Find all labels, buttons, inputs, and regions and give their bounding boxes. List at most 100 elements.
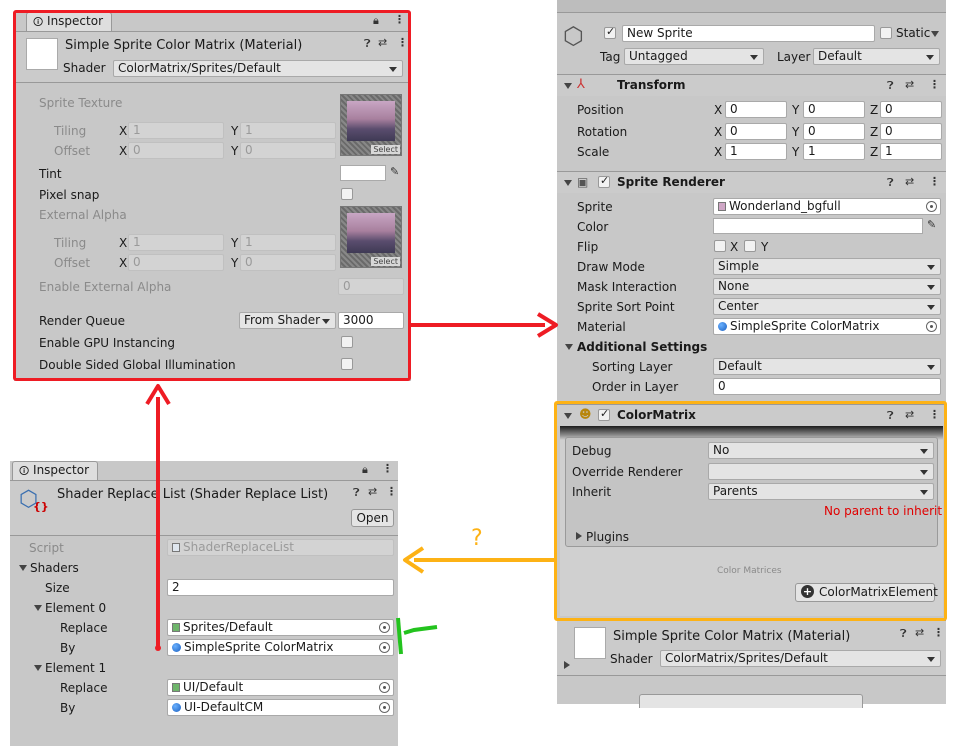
select-button[interactable]: Select xyxy=(371,257,400,266)
colormatrix-enabled-checkbox[interactable] xyxy=(598,407,610,421)
order-in-layer-field[interactable]: 0 xyxy=(713,378,941,395)
menu-icon[interactable]: ⋮ xyxy=(397,36,408,49)
plugins-foldout-icon[interactable] xyxy=(576,532,582,540)
inspector-tab[interactable]: 🛈 Inspector xyxy=(12,461,99,480)
help-icon[interactable]: ❓︎ xyxy=(900,627,907,641)
add-colormatrix-element-button[interactable]: + ColorMatrixElement xyxy=(795,583,938,602)
debug-dropdown[interactable]: No xyxy=(708,442,934,459)
menu-icon[interactable]: ⋮ xyxy=(929,175,940,188)
object-picker-icon[interactable] xyxy=(379,682,390,693)
e0-replace-field[interactable]: Sprites/Default xyxy=(167,619,394,636)
enable-external-alpha-field[interactable]: 0 xyxy=(338,278,404,295)
tiling2-x-field[interactable]: 1 xyxy=(128,234,224,251)
offset-x-field[interactable]: 0 xyxy=(128,142,224,159)
lock-icon[interactable]: 🔒︎ xyxy=(373,14,379,28)
render-queue-mode-dropdown[interactable]: From Shader xyxy=(239,312,336,329)
object-picker-icon[interactable] xyxy=(379,622,390,633)
external-alpha-slot[interactable]: Select xyxy=(340,206,402,268)
settings-icon[interactable]: ⇄ xyxy=(905,78,914,91)
sprite-texture-slot[interactable]: Select xyxy=(340,94,402,156)
menu-icon[interactable]: ⋮ xyxy=(394,13,405,26)
menu-icon[interactable]: ⋮ xyxy=(933,626,944,639)
e1-by-field[interactable]: UI-DefaultCM xyxy=(167,699,394,716)
scl-y-field[interactable]: 1 xyxy=(803,143,865,160)
layer-dropdown[interactable]: Default xyxy=(813,48,940,65)
menu-icon[interactable]: ⋮ xyxy=(929,78,940,91)
menu-icon[interactable]: ⋮ xyxy=(382,462,393,475)
pos-x-field[interactable]: 0 xyxy=(725,101,787,118)
rot-z-field[interactable]: 0 xyxy=(880,123,942,140)
element1-foldout-icon[interactable] xyxy=(34,665,42,671)
plugins-label[interactable]: Plugins xyxy=(586,530,629,544)
open-button[interactable]: Open xyxy=(351,509,394,527)
help-icon[interactable]: ❓︎ xyxy=(364,37,371,51)
pos-z-field[interactable]: 0 xyxy=(880,101,942,118)
eyedropper-icon[interactable]: ✎ xyxy=(927,218,936,231)
double-sided-checkbox[interactable] xyxy=(341,358,353,370)
tint-color-field[interactable] xyxy=(340,165,386,181)
e0-by-field[interactable]: SimpleSprite ColorMatrix xyxy=(167,639,394,656)
shaders-foldout-icon[interactable] xyxy=(19,565,27,571)
pos-y-field[interactable]: 0 xyxy=(803,101,865,118)
menu-icon[interactable]: ⋮ xyxy=(386,485,397,498)
static-label[interactable]: Static xyxy=(896,26,930,40)
object-picker-icon[interactable] xyxy=(379,642,390,653)
rot-x-field[interactable]: 0 xyxy=(725,123,787,140)
tag-dropdown[interactable]: Untagged xyxy=(624,48,764,65)
settings-icon[interactable]: ⇄ xyxy=(905,175,914,188)
settings-icon[interactable]: ⇄ xyxy=(915,626,924,639)
help-icon[interactable]: ❓︎ xyxy=(887,79,894,93)
shader-dropdown[interactable]: ColorMatrix/Sprites/Default xyxy=(113,60,403,77)
material-field[interactable]: SimpleSprite ColorMatrix xyxy=(713,318,941,335)
color-field[interactable] xyxy=(713,218,923,234)
script-field[interactable]: ShaderReplaceList xyxy=(167,539,394,556)
offset2-y-field[interactable]: 0 xyxy=(240,254,336,271)
object-picker-icon[interactable] xyxy=(379,702,390,713)
settings-icon[interactable]: ⇄ xyxy=(378,36,387,49)
help-icon[interactable]: ❓︎ xyxy=(887,409,894,423)
select-button[interactable]: Select xyxy=(371,145,400,154)
mask-interaction-dropdown[interactable]: None xyxy=(713,278,941,295)
rot-y-field[interactable]: 0 xyxy=(803,123,865,140)
lock-icon[interactable]: 🔒︎ xyxy=(362,463,368,477)
help-icon[interactable]: ❓︎ xyxy=(887,176,894,190)
menu-icon[interactable]: ⋮ xyxy=(929,408,940,421)
settings-icon[interactable]: ⇄ xyxy=(368,485,377,498)
scl-z-field[interactable]: 1 xyxy=(880,143,942,160)
colormatrix-header[interactable]: ☻ ColorMatrix ❓︎ ⇄ ⋮ xyxy=(557,404,946,426)
tiling-x-field[interactable]: 1 xyxy=(128,122,224,139)
tiling2-y-field[interactable]: 1 xyxy=(240,234,336,251)
settings-icon[interactable]: ⇄ xyxy=(905,408,914,421)
sprite-renderer-header[interactable]: ▣ Sprite Renderer ❓︎ ⇄ ⋮ xyxy=(557,171,946,193)
sprite-renderer-enabled-checkbox[interactable] xyxy=(598,174,610,188)
eyedropper-icon[interactable]: ✎ xyxy=(390,165,399,178)
offset2-x-field[interactable]: 0 xyxy=(128,254,224,271)
offset-y-field[interactable]: 0 xyxy=(240,142,336,159)
transform-header[interactable]: ⅄ Transform ❓︎ ⇄ ⋮ xyxy=(557,74,946,96)
flip-y-checkbox[interactable] xyxy=(744,240,756,252)
element0-foldout-icon[interactable] xyxy=(34,605,42,611)
active-checkbox[interactable] xyxy=(604,25,616,39)
scl-x-field[interactable]: 1 xyxy=(725,143,787,160)
static-dropdown-icon[interactable] xyxy=(931,31,939,37)
sort-point-dropdown[interactable]: Center xyxy=(713,298,941,315)
sprite-field[interactable]: Wonderland_bgfull xyxy=(713,198,941,215)
e1-replace-field[interactable]: UI/Default xyxy=(167,679,394,696)
object-picker-icon[interactable] xyxy=(926,321,937,332)
additional-settings-label[interactable]: Additional Settings xyxy=(577,340,707,354)
pixel-snap-checkbox[interactable] xyxy=(341,188,353,200)
bottom-shader-dropdown[interactable]: ColorMatrix/Sprites/Default xyxy=(660,650,941,667)
render-queue-field[interactable]: 3000 xyxy=(338,312,404,329)
override-renderer-dropdown[interactable] xyxy=(708,463,934,480)
additional-foldout-icon[interactable] xyxy=(565,344,573,350)
size-field[interactable]: 2 xyxy=(167,579,394,596)
object-picker-icon[interactable] xyxy=(926,201,937,212)
inherit-dropdown[interactable]: Parents xyxy=(708,483,934,500)
add-component-button[interactable] xyxy=(639,694,863,708)
sorting-layer-dropdown[interactable]: Default xyxy=(713,358,941,375)
tiling-y-field[interactable]: 1 xyxy=(240,122,336,139)
flip-x-checkbox[interactable] xyxy=(714,240,726,252)
static-checkbox[interactable] xyxy=(880,27,892,39)
gpu-instancing-checkbox[interactable] xyxy=(341,336,353,348)
help-icon[interactable]: ❓︎ xyxy=(353,486,360,500)
